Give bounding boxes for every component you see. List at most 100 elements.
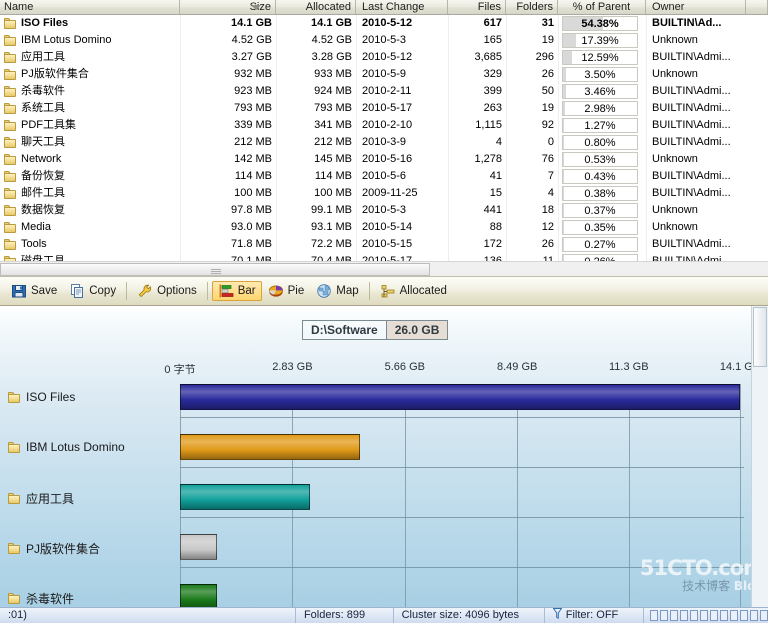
table-row[interactable]: PJ版软件集合 932 MB 933 MB 2010-5-9 329 26 3.50% Unk… bbox=[0, 66, 768, 83]
cell-allocated: 145 MB bbox=[314, 153, 352, 165]
copy-button[interactable]: Copy bbox=[63, 281, 122, 301]
column-header-owner[interactable]: Owner bbox=[646, 0, 746, 14]
table-row[interactable]: 备份恢复 114 MB 114 MB 2010-5-6 41 7 0.43% BUILTIN\… bbox=[0, 168, 768, 185]
cell-pct-of-parent: 2.98% bbox=[558, 100, 646, 117]
cell-pct-of-parent: 0.43% bbox=[558, 168, 646, 185]
cell-allocated: 924 MB bbox=[314, 85, 352, 97]
chart-bar[interactable] bbox=[180, 434, 360, 460]
cell-allocated: 14.1 GB bbox=[311, 17, 352, 29]
table-row[interactable]: Tools 71.8 MB 72.2 MB 2010-5-15 172 26 0.27% BU… bbox=[0, 236, 768, 253]
chart-title-box: D:\Software 26.0 GB bbox=[302, 320, 449, 340]
chart-bar[interactable] bbox=[180, 534, 217, 560]
options-button[interactable]: Options bbox=[131, 281, 203, 301]
chart-bar[interactable] bbox=[180, 484, 310, 510]
chart-plot-area: ISO Files IBM Lotus Domino 应用工具 PJ版软件集合 杀毒软件… bbox=[0, 384, 768, 607]
status-folders: Folders: 899 bbox=[296, 607, 394, 623]
column-header-files[interactable]: Files bbox=[448, 0, 506, 14]
folder-icon bbox=[4, 205, 17, 216]
chart-bar-label: IBM Lotus Domino bbox=[8, 440, 125, 454]
cell-files: 15 bbox=[489, 187, 502, 199]
cell-pct-of-parent: 1.27% bbox=[558, 117, 646, 134]
column-header-allocated-label: Allocated bbox=[305, 1, 351, 13]
column-header-name[interactable]: Name bbox=[0, 0, 180, 14]
table-row[interactable]: 数据恢复 97.8 MB 99.1 MB 2010-5-3 441 18 0.37% Unkn… bbox=[0, 202, 768, 219]
table-horizontal-scrollbar[interactable] bbox=[0, 261, 768, 276]
column-header-pct-of-parent[interactable]: % of Parent bbox=[558, 0, 646, 14]
cell-allocated: 212 MB bbox=[314, 136, 352, 148]
folder-name-label: 系统工具 bbox=[21, 102, 65, 114]
progress-block bbox=[690, 610, 698, 621]
table-row[interactable]: 应用工具 3.27 GB 3.28 GB 2010-5-12 3,685 296 12.59… bbox=[0, 49, 768, 66]
table-row[interactable]: 杀毒软件 923 MB 924 MB 2010-2-11 399 50 3.46% BUILT… bbox=[0, 83, 768, 100]
save-button-label: Save bbox=[31, 285, 58, 297]
allocated-icon bbox=[380, 283, 396, 299]
cell-name: 邮件工具 bbox=[0, 185, 180, 202]
table-row[interactable]: PDF工具集 339 MB 341 MB 2010-2-10 1,115 92 1.27% B… bbox=[0, 117, 768, 134]
column-header-folders[interactable]: Folders bbox=[506, 0, 558, 14]
chart-bar-row[interactable]: 杀毒软件 bbox=[0, 584, 768, 607]
chart-bar-row[interactable]: 应用工具 bbox=[0, 484, 768, 534]
column-header-last-change[interactable]: Last Change bbox=[356, 0, 448, 14]
treesize-window: Name Size Allocated Last Change Files Fo… bbox=[0, 0, 768, 623]
cell-owner: BUILTIN\Admi... bbox=[652, 136, 731, 148]
folder-icon bbox=[4, 120, 17, 131]
column-header-size[interactable]: Size bbox=[180, 0, 276, 14]
chart-bar[interactable] bbox=[180, 584, 217, 607]
table-row[interactable]: 系统工具 793 MB 793 MB 2010-5-17 263 19 2.98% BUILT… bbox=[0, 100, 768, 117]
chart-bar[interactable] bbox=[180, 384, 740, 410]
chart-bar-row[interactable]: ISO Files bbox=[0, 384, 768, 434]
chart-vertical-scrollbar[interactable] bbox=[751, 306, 768, 607]
cell-name: Tools bbox=[0, 236, 180, 253]
toolbar-separator-2 bbox=[206, 282, 208, 300]
pct-bar: 0.37% bbox=[562, 203, 638, 218]
view-map-button[interactable]: Map bbox=[310, 281, 364, 301]
folder-icon bbox=[4, 52, 17, 63]
folder-icon bbox=[4, 69, 17, 80]
table-row[interactable]: IBM Lotus Domino 4.52 GB 4.52 GB 2010-5-3 16… bbox=[0, 32, 768, 49]
table-row[interactable]: Media 93.0 MB 93.1 MB 2010-5-14 88 12 0.35% Unk… bbox=[0, 219, 768, 236]
toolbar-separator bbox=[126, 282, 128, 300]
cell-size: 93.0 MB bbox=[231, 221, 272, 233]
chart-bar-row[interactable]: IBM Lotus Domino bbox=[0, 434, 768, 484]
cell-size: 71.8 MB bbox=[231, 238, 272, 250]
cell-allocated: 3.28 GB bbox=[311, 51, 352, 63]
table-row[interactable]: 聊天工具 212 MB 212 MB 2010-3-9 4 0 0.80% BUILTIN\A… bbox=[0, 134, 768, 151]
status-elapsed: :01) bbox=[0, 607, 296, 623]
allocated-toggle-button[interactable]: Allocated bbox=[374, 281, 453, 301]
column-header-allocated[interactable]: Allocated bbox=[276, 0, 356, 14]
cell-files: 399 bbox=[483, 85, 502, 97]
view-bar-button[interactable]: Bar bbox=[211, 281, 262, 301]
toolbar-separator-3 bbox=[368, 282, 370, 300]
chart-row-baseline bbox=[180, 567, 744, 568]
status-cluster-size: Cluster size: 4096 bytes bbox=[394, 607, 545, 623]
cell-name: 应用工具 bbox=[0, 49, 180, 66]
scrollbar-thumb[interactable] bbox=[0, 263, 430, 276]
folder-name-label: 应用工具 bbox=[21, 51, 65, 63]
status-filter[interactable]: Filter: OFF bbox=[545, 607, 644, 623]
progress-block bbox=[730, 610, 738, 621]
cell-files: 441 bbox=[483, 204, 502, 216]
cell-pct-of-parent: 3.50% bbox=[558, 66, 646, 83]
cell-pct-of-parent: 0.53% bbox=[558, 151, 646, 168]
pie-chart-icon bbox=[268, 283, 284, 299]
chart-scrollbar-thumb[interactable] bbox=[753, 307, 767, 367]
folder-icon bbox=[4, 137, 17, 148]
table-row[interactable]: 邮件工具 100 MB 100 MB 2009-11-25 15 4 0.38% BUILTI… bbox=[0, 185, 768, 202]
view-pie-button[interactable]: Pie bbox=[262, 281, 311, 301]
folder-icon bbox=[4, 18, 17, 29]
chart-row-baseline bbox=[180, 417, 744, 418]
progress-block bbox=[750, 610, 758, 621]
cell-last-change: 2010-5-15 bbox=[362, 238, 413, 250]
column-header-name-label: Name bbox=[4, 0, 34, 13]
table-row[interactable]: Network 142 MB 145 MB 2010-5-16 1,278 76 0.53%… bbox=[0, 151, 768, 168]
folder-icon bbox=[8, 391, 21, 403]
table-row[interactable]: ISO Files 14.1 GB 14.1 GB 2010-5-12 617 31 54.… bbox=[0, 15, 768, 32]
chart-bar-row[interactable]: PJ版软件集合 bbox=[0, 534, 768, 584]
save-button[interactable]: Save bbox=[5, 281, 63, 301]
cell-filler bbox=[746, 202, 768, 219]
cell-last-change: 2010-5-3 bbox=[362, 204, 407, 216]
bar-chart-pane: D:\Software 26.0 GB 0 字节 2.83 GB 5.66 GB 8.… bbox=[0, 306, 768, 607]
cell-owner: Unknown bbox=[652, 34, 698, 46]
column-separator-1 bbox=[276, 15, 277, 276]
column-header-pct-label: % of Parent bbox=[572, 1, 631, 13]
